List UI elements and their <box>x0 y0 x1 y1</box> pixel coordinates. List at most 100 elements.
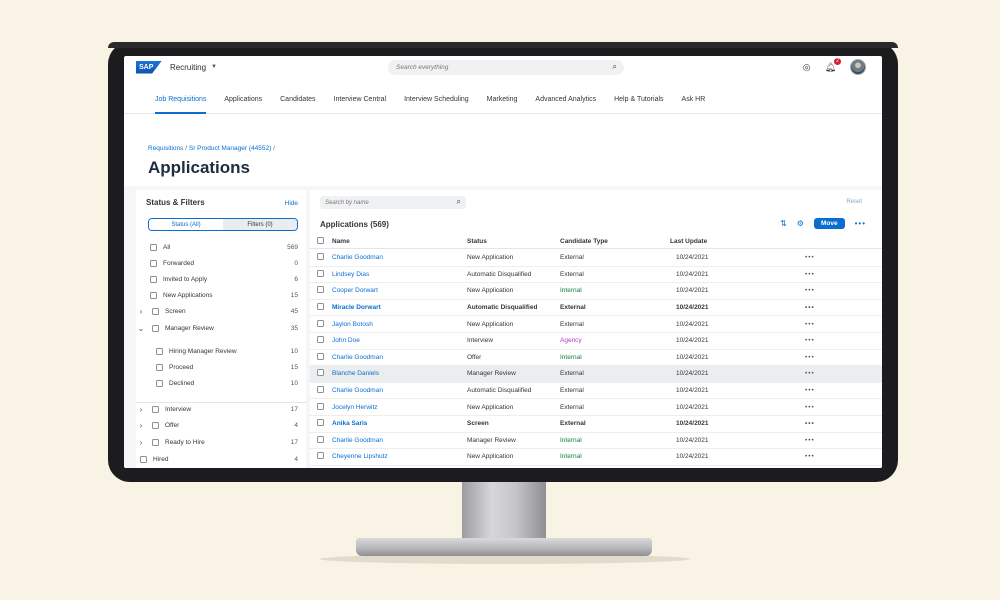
more-icon[interactable]: ••• <box>855 219 866 228</box>
candidate-name-link[interactable]: Anika Saris <box>332 420 467 427</box>
filter-row-offer[interactable]: › Offer 4 <box>136 418 306 432</box>
filter-row-all[interactable]: All 569 <box>136 240 306 254</box>
candidate-name-link[interactable]: Jocelyn Herwitz <box>332 404 467 411</box>
breadcrumb-requisition[interactable]: Sr Product Manager (44552) <box>189 145 271 152</box>
filter-checkbox[interactable] <box>150 243 157 251</box>
row-checkbox[interactable] <box>317 402 324 410</box>
table-row[interactable]: Lindsey Dias Automatic Disqualified Extern… <box>310 267 882 284</box>
row-more-icon[interactable]: ••• <box>805 271 845 278</box>
table-row[interactable]: Blanche Daniels Manager Review External 10/… <box>310 366 882 383</box>
candidate-name-link[interactable]: Cheyenne Lipshutz <box>332 453 467 460</box>
name-search-input[interactable]: Search by name ⌕ <box>320 196 466 209</box>
candidate-name-link[interactable]: John Doe <box>332 337 467 344</box>
row-more-icon[interactable]: ••• <box>805 287 845 294</box>
candidate-name-link[interactable]: Jaylon Botosh <box>332 321 467 328</box>
filter-checkbox[interactable] <box>156 363 163 371</box>
row-checkbox[interactable] <box>317 286 324 294</box>
global-search-input[interactable]: Search everything ⌕ <box>388 60 624 75</box>
column-name[interactable]: Name <box>332 238 467 245</box>
filter-row-ready-to-hire[interactable]: › Ready to Hire 17 <box>136 435 306 449</box>
search-icon[interactable]: ⌕ <box>457 197 461 207</box>
row-more-icon[interactable]: ••• <box>805 437 845 444</box>
tab-filters[interactable]: Filters (0) <box>223 219 297 230</box>
row-checkbox[interactable] <box>317 269 324 277</box>
row-checkbox[interactable] <box>317 369 324 377</box>
row-checkbox[interactable] <box>317 386 324 394</box>
tab-status-all[interactable]: Status (All) <box>149 219 223 230</box>
tab-job-requisitions[interactable]: Job Requisitions <box>146 92 215 114</box>
filter-row-new-applications[interactable]: New Applications 15 <box>136 288 306 302</box>
table-row[interactable]: Cheyenne Lipshutz New Application Internal… <box>310 449 882 466</box>
row-more-icon[interactable]: ••• <box>805 453 845 460</box>
row-checkbox[interactable] <box>317 303 324 311</box>
row-more-icon[interactable]: ••• <box>805 254 845 261</box>
row-checkbox[interactable] <box>317 336 324 344</box>
row-checkbox[interactable] <box>317 352 324 360</box>
row-more-icon[interactable]: ••• <box>805 404 845 411</box>
filter-row-declined[interactable]: Declined 10 <box>136 376 306 390</box>
column-status[interactable]: Status <box>467 238 560 245</box>
table-row[interactable]: Anika Saris Screen External 10/24/2021 ••• <box>310 416 882 433</box>
row-more-icon[interactable]: ••• <box>805 354 845 361</box>
row-more-icon[interactable]: ••• <box>805 387 845 394</box>
candidate-name-link[interactable]: Cooper Dorwart <box>332 287 467 294</box>
row-checkbox[interactable] <box>317 452 324 460</box>
chevron-right-icon[interactable]: › <box>136 405 146 414</box>
row-more-icon[interactable]: ••• <box>805 370 845 377</box>
filter-checkbox[interactable] <box>152 324 159 332</box>
candidate-name-link[interactable]: Miracle Dorwart <box>332 304 467 311</box>
filter-checkbox[interactable] <box>156 379 163 387</box>
table-row[interactable]: Jocelyn Herwitz New Application External 10… <box>310 399 882 416</box>
select-all-checkbox[interactable] <box>317 237 324 244</box>
filter-row-screen[interactable]: › Screen 45 <box>136 304 306 318</box>
filter-checkbox[interactable] <box>152 438 159 446</box>
filter-checkbox[interactable] <box>150 259 157 267</box>
table-row[interactable]: Jaylon Botosh New Application External 10/2… <box>310 316 882 333</box>
filter-checkbox[interactable] <box>140 455 147 463</box>
settings-icon[interactable]: ⚙︎ <box>797 219 804 228</box>
candidate-name-link[interactable]: Lindsey Dias <box>332 271 467 278</box>
filter-row-manager-review[interactable]: ⌄ Manager Review 35 <box>136 321 306 335</box>
table-row[interactable]: Miracle Dorwart Automatic Disqualified Ext… <box>310 300 882 317</box>
tab-candidates[interactable]: Candidates <box>271 92 324 113</box>
app-switcher[interactable]: Recruiting ▼ <box>170 63 217 72</box>
filter-checkbox[interactable] <box>150 275 157 283</box>
column-last-update[interactable]: Last Update <box>670 238 805 245</box>
row-checkbox[interactable] <box>317 419 324 427</box>
table-row[interactable]: John Doe Interview Agency 10/24/2021 ••• <box>310 333 882 350</box>
chevron-right-icon[interactable]: › <box>136 438 146 447</box>
row-more-icon[interactable]: ••• <box>805 321 845 328</box>
filter-row-forwarded[interactable]: Forwarded 0 <box>136 256 306 270</box>
candidate-name-link[interactable]: Charlie Goodman <box>332 387 467 394</box>
move-button[interactable]: Move <box>813 218 845 229</box>
row-checkbox[interactable] <box>317 435 324 443</box>
candidate-name-link[interactable]: Charlie Goodman <box>332 354 467 361</box>
reset-button[interactable]: Reset <box>846 199 862 205</box>
row-more-icon[interactable]: ••• <box>805 420 845 427</box>
tab-ask-hr[interactable]: Ask HR <box>673 92 715 113</box>
row-checkbox[interactable] <box>317 253 324 261</box>
filter-row-hired[interactable]: Hired 4 <box>136 452 306 466</box>
hide-filters-link[interactable]: Hide <box>285 200 298 207</box>
filter-row-interview[interactable]: › Interview 17 <box>136 402 306 416</box>
table-row[interactable]: Charlie Goodman Manager Review Internal 10/… <box>310 433 882 450</box>
tab-marketing[interactable]: Marketing <box>478 92 527 113</box>
breadcrumb-requisitions[interactable]: Requisitions <box>148 145 183 152</box>
filter-checkbox[interactable] <box>156 347 163 355</box>
column-candidate-type[interactable]: Candidate Type <box>560 238 670 245</box>
tab-help-tutorials[interactable]: Help & Tutorials <box>605 92 672 113</box>
table-row[interactable]: Cooper Dorwart New Application Internal 10/… <box>310 283 882 300</box>
table-row[interactable]: Charlie Goodman Offer Internal 10/24/2021 ••… <box>310 350 882 367</box>
chevron-right-icon[interactable]: › <box>136 421 146 430</box>
row-checkbox[interactable] <box>317 319 324 327</box>
avatar[interactable] <box>850 59 866 75</box>
bell-icon[interactable]: 🔔︎ 2 <box>825 57 841 73</box>
sort-icon[interactable]: ⇅ <box>780 219 787 228</box>
tab-applications[interactable]: Applications <box>215 92 271 113</box>
chevron-down-icon[interactable]: ⌄ <box>136 324 146 333</box>
filter-row-proceed[interactable]: Proceed 15 <box>136 360 306 374</box>
filter-row-hiring-manager-review[interactable]: Hiring Manager Review 10 <box>136 344 306 358</box>
row-more-icon[interactable]: ••• <box>805 337 845 344</box>
filter-checkbox[interactable] <box>152 307 159 315</box>
assistant-icon[interactable]: ◎ <box>803 62 811 73</box>
